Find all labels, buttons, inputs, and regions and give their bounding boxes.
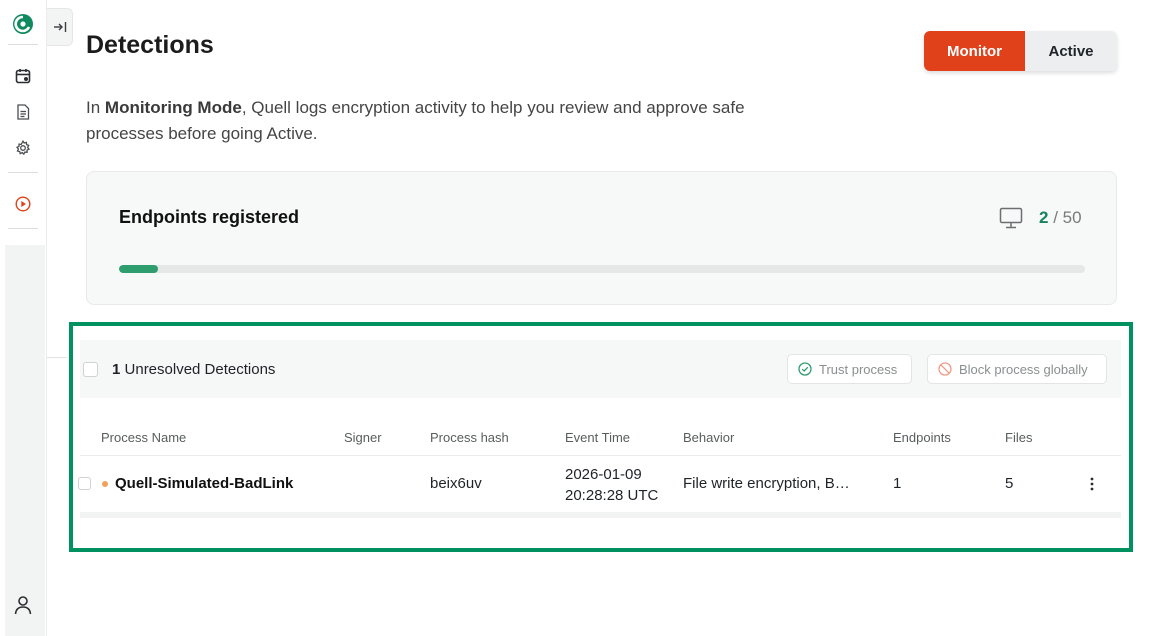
sidebar-lower-panel [5, 245, 45, 636]
block-icon [938, 362, 952, 376]
active-mode-button[interactable]: Active [1025, 31, 1117, 71]
endpoints-count: 2 / 50 [1039, 208, 1082, 228]
unresolved-count: 1 Unresolved Detections [112, 361, 275, 378]
sidebar-divider [8, 44, 38, 45]
page-title: Detections [86, 31, 214, 59]
cell-process-name[interactable]: Quell-Simulated-BadLink [115, 475, 293, 492]
panel-divider [47, 357, 67, 358]
endpoints-progress-bar [119, 265, 1085, 273]
row-checkbox[interactable] [78, 477, 91, 490]
document-icon[interactable] [12, 101, 34, 123]
check-circle-icon [798, 362, 812, 376]
more-vertical-icon [1090, 477, 1094, 491]
collapse-icon [53, 22, 66, 32]
column-header-event-time[interactable]: Event Time [565, 430, 630, 445]
monitor-mode-button[interactable]: Monitor [924, 31, 1025, 71]
cell-event-time: 2026-01-09 20:28:28 UTC [565, 464, 658, 506]
row-menu-button[interactable] [1085, 474, 1099, 494]
unresolved-label: Unresolved Detections [124, 361, 276, 378]
block-process-button[interactable]: Block process globally [927, 354, 1107, 384]
trust-process-label: Trust process [819, 361, 898, 377]
app-root: Detections Monitor Active In Monitoring … [0, 0, 1154, 636]
sidebar-divider [8, 228, 38, 229]
select-all-checkbox[interactable] [83, 362, 98, 377]
trust-process-button[interactable]: Trust process [787, 354, 912, 384]
monitoring-description: In Monitoring Mode, Quell logs encryptio… [86, 95, 766, 147]
column-header-process-hash[interactable]: Process hash [430, 430, 509, 445]
mode-toggle: Monitor Active [924, 31, 1117, 71]
cell-process-hash: beix6uv [430, 475, 482, 492]
column-header-endpoints[interactable]: Endpoints [893, 430, 951, 445]
endpoints-separator: / [1053, 208, 1058, 227]
block-process-label: Block process globally [959, 361, 1088, 377]
description-mode-name: Monitoring Mode [104, 98, 242, 117]
column-header-process-name[interactable]: Process Name [101, 430, 186, 445]
cell-behavior: File write encryption, B… [683, 475, 850, 492]
description-prefix: In [86, 98, 105, 117]
endpoints-progress-fill [119, 265, 158, 273]
calendar-icon[interactable] [12, 65, 34, 87]
cell-event-date: 2026-01-09 [565, 466, 642, 483]
sidebar-divider [8, 172, 38, 173]
endpoints-card: Endpoints registered 2 / 50 [86, 171, 1117, 305]
status-dot-icon [102, 481, 108, 487]
settings-icon[interactable] [12, 137, 34, 159]
endpoints-used: 2 [1039, 208, 1049, 227]
endpoints-total: 50 [1062, 208, 1082, 227]
unresolved-number: 1 [112, 361, 121, 378]
cell-event-clock: 20:28:28 UTC [565, 487, 659, 504]
sidebar [0, 0, 47, 636]
cell-endpoints: 1 [893, 475, 902, 492]
column-header-behavior[interactable]: Behavior [683, 430, 734, 445]
column-header-signer[interactable]: Signer [344, 430, 382, 445]
user-icon[interactable] [12, 594, 34, 616]
table-row-footer [80, 512, 1121, 518]
endpoints-title: Endpoints registered [119, 207, 300, 227]
sidebar-collapse-button[interactable] [47, 8, 73, 46]
cell-files: 5 [1005, 475, 1014, 492]
column-header-files[interactable]: Files [1005, 430, 1032, 445]
play-icon[interactable] [12, 193, 34, 215]
logo-icon[interactable] [12, 13, 34, 35]
monitor-icon [999, 207, 1023, 229]
